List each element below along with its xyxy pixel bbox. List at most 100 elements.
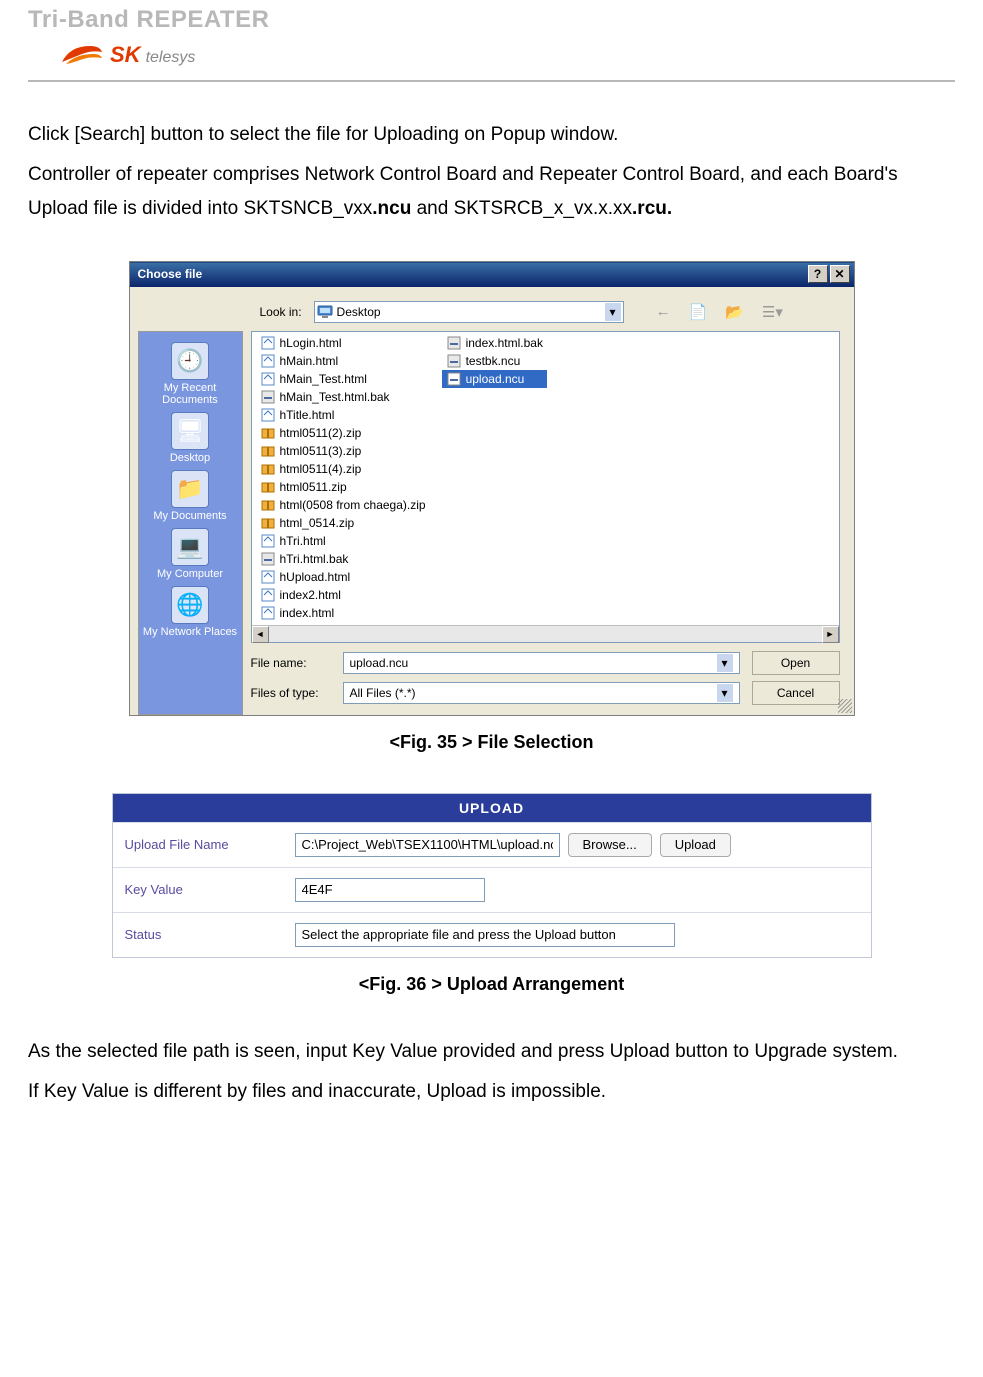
horizontal-scrollbar[interactable]: ◄ ► (252, 625, 839, 642)
place-my-computer[interactable]: 💻 My Computer (157, 528, 223, 580)
file-name: hTri.html (280, 534, 326, 548)
place-my-recent-documents[interactable]: 🕘My Recent Documents (139, 342, 242, 406)
nav-up-icon[interactable]: 📄 (689, 303, 708, 321)
resize-grip-icon[interactable] (838, 699, 852, 713)
choose-file-dialog: Choose file ? ✕ Look in: Desktop ▾ ← (129, 261, 855, 716)
place-desktop[interactable]: 🖥Desktop (170, 412, 210, 464)
file-item[interactable]: html0511.zip (256, 478, 430, 496)
file-item[interactable]: html0511(3).zip (256, 442, 430, 460)
html-file-icon (260, 605, 276, 621)
cancel-button[interactable]: Cancel (752, 681, 840, 705)
file-item[interactable]: hTitle.html (256, 406, 430, 424)
file-item[interactable]: hLogin.html (256, 334, 430, 352)
zip-file-icon (260, 461, 276, 477)
file-item[interactable]: hMain_Test.html (256, 370, 430, 388)
place-icon: 💻 (171, 528, 209, 566)
file-item[interactable]: html0511(4).zip (256, 460, 430, 478)
file-item[interactable]: html(0508 from chaega).zip (256, 496, 430, 514)
bak-file-icon (446, 353, 462, 369)
scroll-left-icon[interactable]: ◄ (252, 626, 269, 643)
filename-input[interactable]: upload.ncu ▾ (343, 652, 740, 674)
scroll-right-icon[interactable]: ► (822, 626, 839, 643)
file-name: hLogin.html (280, 336, 342, 350)
upload-file-label: Upload File Name (113, 823, 283, 867)
logo-telesys-text: telesys (146, 49, 196, 67)
intro-rcu: .rcu. (632, 198, 672, 219)
file-name: html0511.zip (280, 480, 347, 494)
file-list[interactable]: hLogin.html hMain.html hMain_Test.html hMai… (251, 331, 840, 643)
brand-logo: SK telesys (60, 42, 955, 68)
logo-sk-text: SK (110, 42, 141, 68)
lookin-combo[interactable]: Desktop ▾ (314, 301, 624, 323)
bak-file-icon (446, 371, 462, 387)
help-button[interactable]: ? (808, 265, 828, 283)
place-icon: 🕘 (171, 342, 209, 380)
file-name: html0511(3).zip (280, 444, 362, 458)
filetype-value: All Files (*.*) (350, 686, 416, 700)
desktop-icon (317, 304, 333, 320)
lookin-value: Desktop (337, 305, 381, 319)
figure-36-caption: <Fig. 36 > Upload Arrangement (28, 974, 955, 995)
bak-file-icon (260, 389, 276, 405)
intro-paragraph-1: Click [Search] button to select the file… (28, 118, 955, 152)
place-label: My Documents (153, 510, 226, 522)
file-name: html_0514.zip (280, 516, 355, 530)
file-item[interactable]: upload.ncu (442, 370, 547, 388)
chevron-down-icon[interactable]: ▾ (605, 303, 621, 321)
outro-paragraph-1: As the selected file path is seen, input… (28, 1035, 955, 1069)
place-label: My Computer (157, 568, 223, 580)
place-label: My Network Places (143, 626, 237, 638)
nav-back-icon[interactable]: ← (656, 303, 671, 320)
key-value-input[interactable] (295, 878, 485, 902)
upload-panel: UPLOAD Upload File Name Browse... Upload… (112, 793, 872, 958)
file-item[interactable]: hTri.html.bak (256, 550, 430, 568)
close-button[interactable]: ✕ (830, 265, 850, 283)
file-item[interactable]: index2.html (256, 586, 430, 604)
file-name: html0511(4).zip (280, 462, 362, 476)
file-item[interactable]: hUpload.html (256, 568, 430, 586)
bak-file-icon (446, 335, 462, 351)
file-item[interactable]: html0511(2).zip (256, 424, 430, 442)
html-file-icon (260, 569, 276, 585)
filetype-combo[interactable]: All Files (*.*) ▾ (343, 682, 740, 704)
dialog-titlebar[interactable]: Choose file ? ✕ (130, 262, 854, 287)
file-item[interactable]: hMain.html (256, 352, 430, 370)
file-item[interactable]: index.html.bak (442, 334, 547, 352)
file-item[interactable]: hTri.html (256, 532, 430, 550)
html-file-icon (260, 533, 276, 549)
html-file-icon (260, 587, 276, 603)
file-name: hMain_Test.html (280, 372, 367, 386)
file-item[interactable]: hMain_Test.html.bak (256, 388, 430, 406)
nav-newfolder-icon[interactable]: 📂 (725, 303, 744, 321)
places-bar: 🕘My Recent Documents 🖥Desktop 📁My Document… (138, 331, 243, 715)
zip-file-icon (260, 479, 276, 495)
place-my-network-places[interactable]: 🌐My Network Places (143, 586, 237, 638)
lookin-label: Look in: (260, 305, 302, 319)
open-button[interactable]: Open (752, 651, 840, 675)
html-file-icon (260, 335, 276, 351)
place-my-documents[interactable]: 📁My Documents (153, 470, 226, 522)
nav-views-icon[interactable]: ☰▾ (762, 303, 783, 321)
chevron-down-icon[interactable]: ▾ (717, 654, 733, 672)
upload-file-input[interactable] (295, 833, 560, 857)
file-name: hTitle.html (280, 408, 335, 422)
filename-value: upload.ncu (350, 656, 409, 670)
file-item[interactable]: index.html (256, 604, 430, 622)
zip-file-icon (260, 515, 276, 531)
zip-file-icon (260, 443, 276, 459)
chevron-down-icon[interactable]: ▾ (717, 684, 733, 702)
file-name: index2.html (280, 588, 341, 602)
status-input[interactable] (295, 923, 675, 947)
file-item[interactable]: html_0514.zip (256, 514, 430, 532)
file-item[interactable]: testbk.ncu (442, 352, 547, 370)
file-name: testbk.ncu (466, 354, 521, 368)
status-label: Status (113, 913, 283, 957)
html-file-icon (260, 407, 276, 423)
upload-button[interactable]: Upload (660, 833, 731, 857)
zip-file-icon (260, 497, 276, 513)
wing-icon (60, 42, 104, 68)
file-name: html(0508 from chaega).zip (280, 498, 426, 512)
dialog-title: Choose file (138, 267, 203, 281)
browse-button[interactable]: Browse... (568, 833, 652, 857)
file-name: hTri.html.bak (280, 552, 349, 566)
